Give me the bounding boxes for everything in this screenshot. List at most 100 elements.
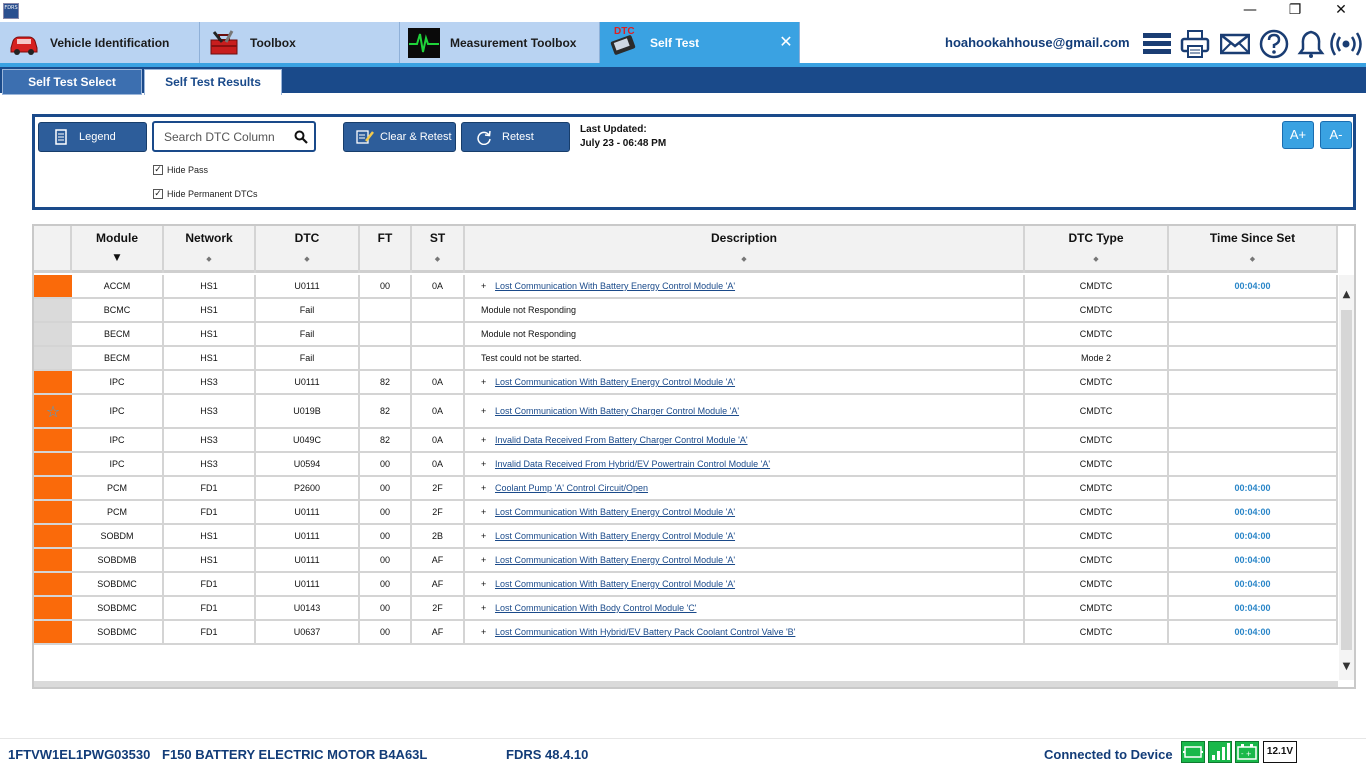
app-logo-icon: FDRS: [3, 3, 19, 19]
sort-icon[interactable]: ◆: [465, 255, 1023, 263]
mail-icon[interactable]: [1219, 29, 1251, 59]
horizontal-scrollbar[interactable]: [34, 681, 1338, 687]
tab-label: Toolbox: [250, 36, 296, 50]
expand-icon[interactable]: +: [481, 507, 495, 517]
header-description[interactable]: Description ◆: [465, 226, 1025, 273]
header-dtc[interactable]: DTC ◆: [256, 226, 360, 273]
expand-icon[interactable]: +: [481, 603, 495, 613]
sort-icon[interactable]: ◆: [1169, 255, 1336, 263]
table-row[interactable]: PCM FD1 P2600 00 2F + Coolant Pump 'A' Control…: [34, 477, 1338, 501]
expand-icon[interactable]: +: [481, 531, 495, 541]
table-row[interactable]: PCM FD1 U0111 00 2F + Lost Communication With …: [34, 501, 1338, 525]
menu-icon[interactable]: [1142, 29, 1172, 59]
dtc-description-link[interactable]: Invalid Data Received From Battery Charg…: [495, 435, 748, 445]
table-row[interactable]: ☆ IPC HS3 U019B 82 0A + Lost Communication With…: [34, 395, 1338, 429]
wireless-icon[interactable]: [1330, 29, 1362, 59]
dtc-description-link[interactable]: Lost Communication With Battery Energy C…: [495, 281, 735, 291]
printer-icon[interactable]: [1180, 29, 1210, 59]
cell-module: ACCM: [72, 275, 164, 297]
table-row[interactable]: BCMC HS1 Fail Module not Responding CMDTC: [34, 299, 1338, 323]
document-icon: [53, 129, 69, 145]
restore-button[interactable]: ❐: [1272, 0, 1318, 22]
expand-icon[interactable]: +: [481, 579, 495, 589]
table-row[interactable]: BECM HS1 Fail Module not Responding CMDTC: [34, 323, 1338, 347]
header-ft[interactable]: FT: [360, 226, 412, 273]
sort-descending-icon[interactable]: ▼: [72, 253, 162, 263]
cell-dtc-type: CMDTC: [1025, 395, 1169, 427]
cell-time: 00:04:00: [1169, 621, 1338, 643]
sort-icon[interactable]: ◆: [412, 255, 463, 263]
scrollbar-thumb[interactable]: [1341, 310, 1352, 650]
sort-icon[interactable]: ◆: [164, 255, 254, 263]
cell-description: + Lost Communication With Battery Energy …: [465, 371, 1025, 393]
header-st[interactable]: ST ◆: [412, 226, 465, 273]
tab-self-test[interactable]: DTC Self Test ✕: [600, 22, 800, 64]
sort-icon[interactable]: ◆: [1025, 255, 1167, 263]
bell-icon[interactable]: [1296, 29, 1326, 59]
expand-icon[interactable]: +: [481, 627, 495, 637]
dtc-description-link[interactable]: Coolant Pump 'A' Control Circuit/Open: [495, 483, 648, 493]
help-icon[interactable]: [1259, 29, 1289, 59]
table-row[interactable]: SOBDMC FD1 U0111 00 AF + Lost Communication Wi…: [34, 573, 1338, 597]
dtc-description-link[interactable]: Lost Communication With Battery Charger …: [495, 406, 739, 416]
table-row[interactable]: ACCM HS1 U0111 00 0A + Lost Communication With…: [34, 275, 1338, 299]
hide-permanent-checkbox[interactable]: ✓: [153, 189, 163, 199]
legend-button[interactable]: Legend: [38, 122, 147, 152]
dtc-description-text: Test could not be started.: [481, 353, 582, 363]
tab-self-test-select[interactable]: Self Test Select: [2, 69, 142, 95]
table-row[interactable]: SOBDMB HS1 U0111 00 AF + Lost Communication Wi…: [34, 549, 1338, 573]
expand-icon[interactable]: +: [481, 406, 495, 416]
dtc-description-link[interactable]: Lost Communication With Battery Energy C…: [495, 377, 735, 387]
vertical-scrollbar[interactable]: ▲ ▼: [1339, 275, 1354, 680]
hide-pass-checkbox[interactable]: ✓: [153, 165, 163, 175]
table-row[interactable]: IPC HS3 U049C 82 0A + Invalid Data Received Fr…: [34, 429, 1338, 453]
expand-icon[interactable]: +: [481, 459, 495, 469]
table-row[interactable]: SOBDMC FD1 U0143 00 2F + Lost Communication Wi…: [34, 597, 1338, 621]
tab-vehicle-identification[interactable]: Vehicle Identification: [0, 22, 200, 64]
dtc-description-link[interactable]: Invalid Data Received From Hybrid/EV Pow…: [495, 459, 770, 469]
column-header-label: Network: [185, 231, 233, 245]
expand-icon[interactable]: +: [481, 435, 495, 445]
tab-measurement-toolbox[interactable]: Measurement Toolbox: [400, 22, 600, 64]
font-increase-button[interactable]: A+: [1282, 121, 1314, 149]
expand-icon[interactable]: +: [481, 483, 495, 493]
expand-icon[interactable]: +: [481, 555, 495, 565]
header-time-since-set[interactable]: Time Since Set ◆: [1169, 226, 1338, 273]
close-tab-button[interactable]: ✕: [777, 33, 795, 51]
expand-icon[interactable]: +: [481, 281, 495, 291]
dtc-description-link[interactable]: Lost Communication With Battery Energy C…: [495, 555, 735, 565]
cell-time: [1169, 323, 1338, 345]
dtc-description-link[interactable]: Lost Communication With Battery Energy C…: [495, 507, 735, 517]
table-row[interactable]: BECM HS1 Fail Test could not be started. Mod…: [34, 347, 1338, 371]
header-module[interactable]: Module ▼: [72, 226, 164, 273]
dtc-description-link[interactable]: Lost Communication With Battery Energy C…: [495, 531, 735, 541]
clear-and-retest-button[interactable]: Clear & Retest: [343, 122, 456, 152]
expand-icon[interactable]: +: [481, 377, 495, 387]
hide-pass-option[interactable]: ✓ Hide Pass: [153, 165, 208, 175]
sort-icon[interactable]: ◆: [256, 255, 358, 263]
dtc-description-link[interactable]: Lost Communication With Body Control Mod…: [495, 603, 697, 613]
cell-network: FD1: [164, 597, 256, 619]
header-dtc-type[interactable]: DTC Type ◆: [1025, 226, 1169, 273]
cell-description: + Lost Communication With Battery Charger…: [465, 395, 1025, 427]
hide-permanent-option[interactable]: ✓ Hide Permanent DTCs: [153, 189, 258, 199]
minimize-button[interactable]: —: [1227, 0, 1273, 22]
retest-button[interactable]: Retest: [461, 122, 570, 152]
cell-dtc-type: CMDTC: [1025, 501, 1169, 523]
search-input[interactable]: [164, 123, 294, 150]
font-decrease-button[interactable]: A-: [1320, 121, 1352, 149]
scroll-up-icon[interactable]: ▲: [1339, 289, 1354, 303]
cell-module: SOBDMB: [72, 549, 164, 571]
dtc-description-link[interactable]: Lost Communication With Hybrid/EV Batter…: [495, 627, 795, 637]
scroll-down-icon[interactable]: ▼: [1339, 661, 1354, 675]
window-close-button[interactable]: ✕: [1318, 0, 1364, 22]
tab-self-test-results[interactable]: Self Test Results: [144, 69, 282, 95]
dtc-description-link[interactable]: Lost Communication With Battery Energy C…: [495, 579, 735, 589]
table-row[interactable]: IPC HS3 U0111 82 0A + Lost Communication With …: [34, 371, 1338, 395]
table-row[interactable]: SOBDMC FD1 U0637 00 AF + Lost Communication Wi…: [34, 621, 1338, 645]
table-row[interactable]: SOBDM HS1 U0111 00 2B + Lost Communication Wit…: [34, 525, 1338, 549]
search-icon[interactable]: [294, 130, 308, 149]
table-row[interactable]: IPC HS3 U0594 00 0A + Invalid Data Received Fr…: [34, 453, 1338, 477]
header-network[interactable]: Network ◆: [164, 226, 256, 273]
tab-toolbox[interactable]: Toolbox: [200, 22, 400, 64]
